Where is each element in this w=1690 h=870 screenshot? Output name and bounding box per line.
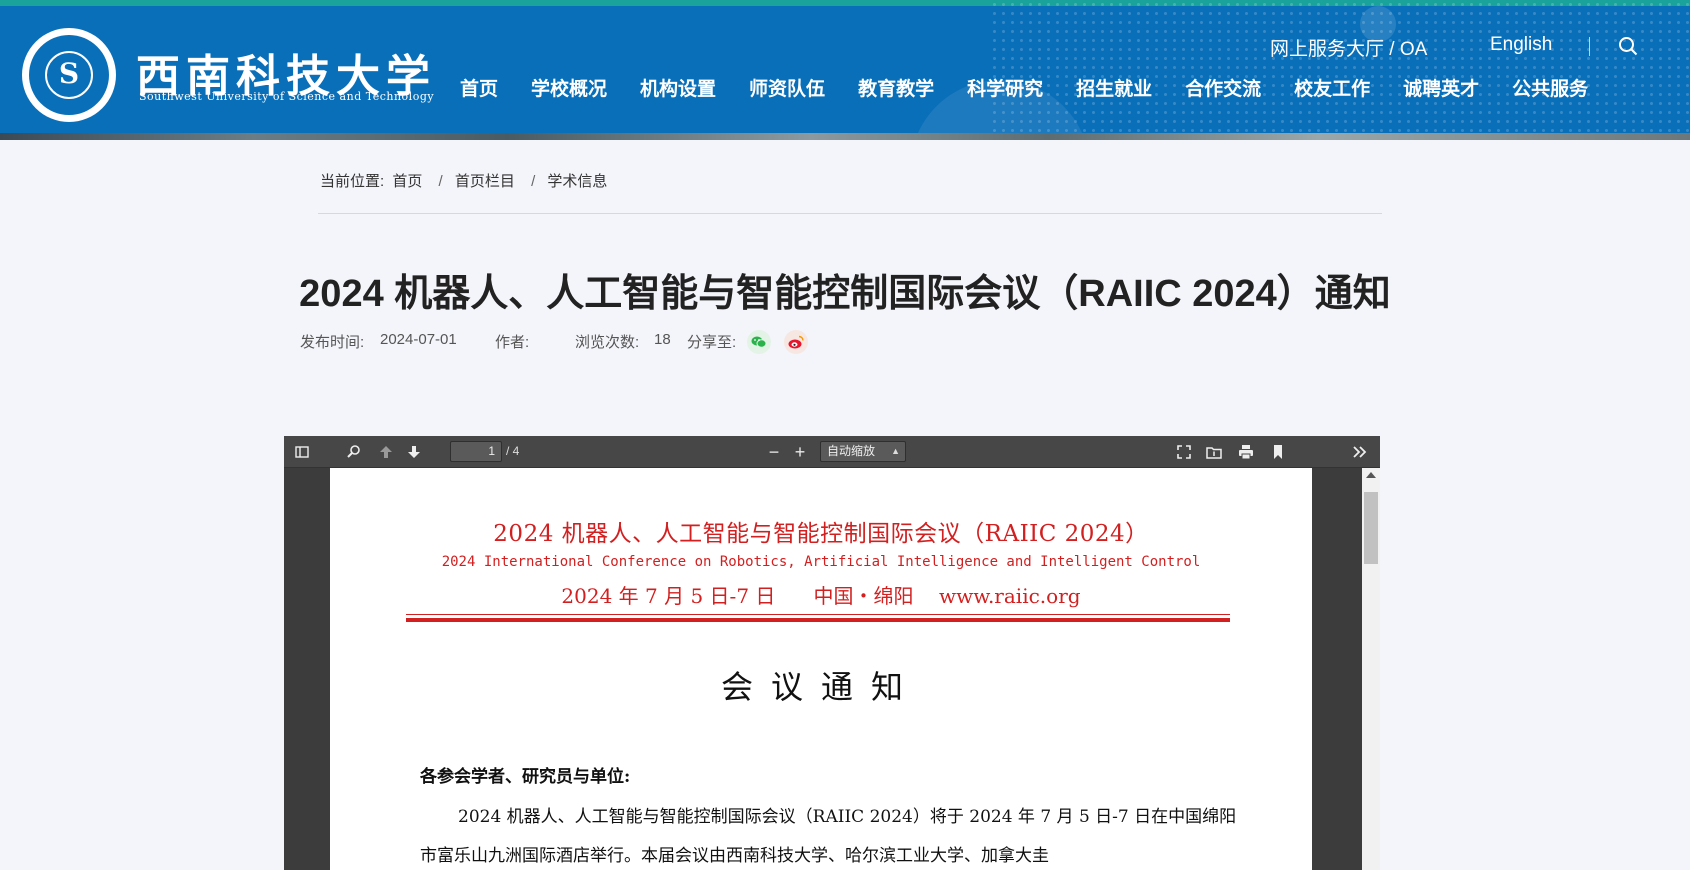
chevron-updown-icon: ▲: [891, 446, 900, 456]
next-page-icon[interactable]: [404, 442, 424, 462]
pdf-scrollbar[interactable]: [1362, 468, 1380, 870]
previous-page-icon[interactable]: [376, 442, 396, 462]
zoom-in-icon[interactable]: +: [790, 442, 810, 462]
sidebar-toggle-icon[interactable]: [292, 442, 312, 462]
doc-heading: 会议通知: [720, 668, 921, 706]
nav-item-research[interactable]: 科学研究: [967, 74, 1043, 102]
nav-item-careers[interactable]: 诚聘英才: [1403, 74, 1479, 102]
online-service-link[interactable]: 网上服务大厅 / OA: [1270, 34, 1427, 60]
breadcrumb-separator: /: [531, 173, 536, 190]
university-logo[interactable]: S: [22, 28, 116, 122]
breadcrumb-item-academic[interactable]: 学术信息: [547, 173, 607, 190]
pdf-page: 2024 机器人、人工智能与智能控制国际会议（RAIIC 2024） 2024 …: [330, 468, 1312, 870]
share-label: 分享至:: [687, 334, 737, 351]
header-banner-photo: [0, 133, 1690, 140]
open-file-icon[interactable]: [1204, 442, 1224, 462]
page-total: / 4: [506, 444, 520, 458]
presentation-mode-icon[interactable]: [1174, 442, 1194, 462]
wechat-share-icon[interactable]: [747, 330, 771, 354]
search-icon[interactable]: [1618, 36, 1638, 56]
zoom-value: 自动缩放: [827, 444, 876, 458]
scroll-thumb[interactable]: [1364, 492, 1378, 564]
doc-paragraph-text: 2024 机器人、人工智能与智能控制国际会议（RAIIC 2024）将于 202…: [420, 807, 1237, 866]
nav-item-overview[interactable]: 学校概况: [531, 74, 607, 102]
bookmark-icon[interactable]: [1268, 442, 1288, 462]
breadcrumb-prefix: 当前位置:: [320, 173, 385, 190]
views-count: 18: [654, 331, 671, 348]
page-number-input[interactable]: 1: [450, 441, 502, 462]
nav-item-home[interactable]: 首页: [460, 74, 498, 102]
doc-paragraph: 2024 机器人、人工智能与智能控制国际会议（RAIIC 2024）将于 202…: [420, 798, 1250, 870]
breadcrumb-item-home[interactable]: 首页: [392, 173, 422, 190]
logo-emblem: S: [58, 57, 80, 90]
school-name-en: Southwest University of Science and Tech…: [139, 90, 435, 103]
nav-item-admissions[interactable]: 招生就业: [1076, 74, 1152, 102]
zoom-select[interactable]: 自动缩放 ▲: [820, 441, 906, 462]
breadcrumb-separator: /: [438, 173, 443, 190]
breadcrumb: 当前位置: 首页 / 首页栏目 / 学术信息: [320, 170, 611, 191]
views-label: 浏览次数:: [575, 334, 640, 351]
scroll-up-arrow-icon[interactable]: [1366, 472, 1376, 478]
print-icon[interactable]: [1236, 442, 1256, 462]
doc-title: 2024 机器人、人工智能与智能控制国际会议（RAIIC 2024）: [493, 521, 1149, 547]
weibo-share-icon[interactable]: [784, 330, 808, 354]
nav-item-education[interactable]: 教育教学: [858, 74, 934, 102]
article-title: 2024 机器人、人工智能与智能控制国际会议（RAIIC 2024）通知: [299, 273, 1391, 315]
doc-rule-thick: [406, 618, 1230, 622]
header-dot-pattern: [990, 0, 1690, 140]
doc-subtitle-en: 2024 International Conference on Robotic…: [441, 554, 1201, 570]
doc-rule-thin: [406, 614, 1230, 615]
nav-item-public-service[interactable]: 公共服务: [1512, 74, 1588, 102]
nav-item-departments[interactable]: 机构设置: [640, 74, 716, 102]
zoom-out-icon[interactable]: −: [764, 442, 784, 462]
doc-salutation: 各参会学者、研究员与单位:: [420, 767, 631, 787]
top-divider: [1589, 37, 1590, 56]
doc-date-place: 2024 年 7 月 5 日-7 日 中国・绵阳 www.raiic.org: [561, 584, 1081, 608]
nav-item-cooperation[interactable]: 合作交流: [1185, 74, 1261, 102]
site-header: S 西南科技大学 Southwest University of Science…: [0, 0, 1690, 140]
publish-label: 发布时间:: [300, 334, 365, 351]
nav-item-faculty[interactable]: 师资队伍: [749, 74, 825, 102]
tools-double-chevron-icon[interactable]: [1350, 442, 1370, 462]
main-nav: 首页 学校概况 机构设置 师资队伍 教育教学 科学研究 招生就业 合作交流 校友…: [460, 74, 1621, 102]
breadcrumb-divider: [318, 213, 1382, 214]
author-label: 作者:: [495, 334, 530, 351]
nav-item-alumni[interactable]: 校友工作: [1294, 74, 1370, 102]
pdf-viewer: 1 / 4 − + 自动缩放 ▲ 2024 机器人、人工智能与智能控制国际会议（…: [284, 436, 1380, 870]
breadcrumb-item-column[interactable]: 首页栏目: [455, 173, 515, 190]
english-link[interactable]: English: [1490, 34, 1552, 58]
pdf-toolbar: 1 / 4 − + 自动缩放 ▲: [284, 436, 1380, 468]
find-icon[interactable]: [344, 442, 364, 462]
publish-date: 2024-07-01: [380, 331, 457, 348]
